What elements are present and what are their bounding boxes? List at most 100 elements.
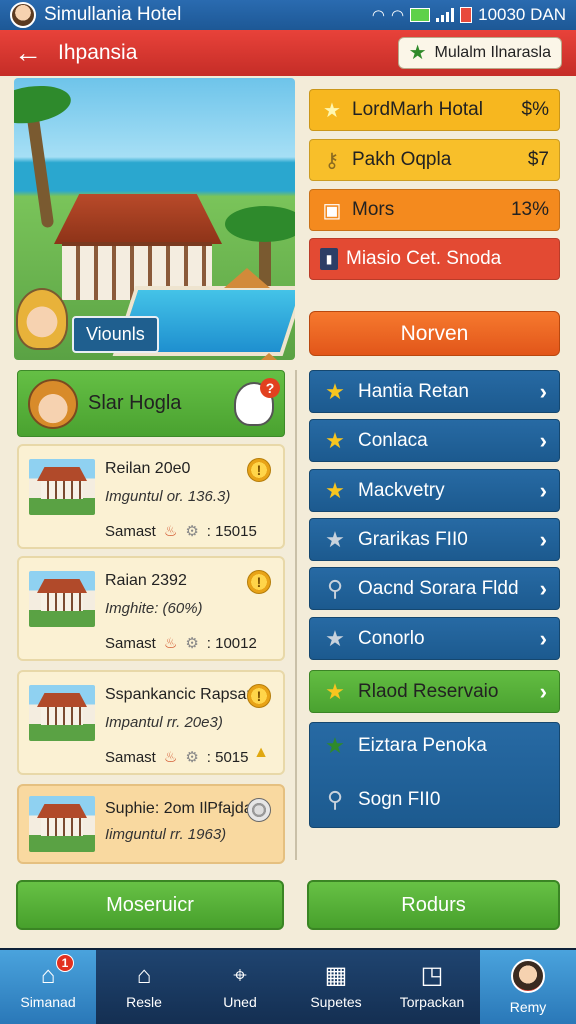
menu-item-oacnd[interactable]: ⚲ Oacnd Sorara Fldd › — [309, 567, 560, 610]
gear-icon: ⚙ — [185, 749, 199, 766]
menu-item-grarikas[interactable]: ★ Grarikas FII0 › — [309, 518, 560, 561]
help-icon[interactable]: ? — [260, 377, 280, 398]
hotel-subtitle: Imguntul or. 136.3) — [105, 488, 231, 505]
phone-icon: ▮ — [320, 248, 338, 270]
menu-item-conorlo[interactable]: ★ Conorlo › — [309, 617, 560, 660]
notification-badge: 1 — [56, 954, 74, 972]
menu-item-rlaod-reservaio[interactable]: ★ Rlaod Reservaio › — [309, 670, 560, 713]
home-icon: ⌂ — [40, 962, 56, 989]
hotel-preview-image[interactable]: Viounls — [14, 78, 295, 360]
menu-item-conlaca[interactable]: ★ Conlaca › — [309, 419, 560, 462]
menu-box-row-eiztara[interactable]: ★ Eiztara Penoka — [322, 735, 487, 757]
menu-box-row-sogn[interactable]: ⚲ Sogn FII0 — [322, 789, 440, 811]
hero-label[interactable]: Viounls — [72, 316, 159, 353]
stat-value: $7 — [527, 149, 549, 170]
chevron-right-icon: › — [539, 575, 547, 601]
left-panel-title: Slar Hogla — [88, 392, 182, 414]
hotel-thumbnail — [29, 796, 95, 852]
hotel-subtitle: Impantul rr. 20e3) — [105, 714, 223, 731]
stat-hotel[interactable]: ★ LordMarh Hotal $% — [309, 89, 560, 131]
menu-item-label: Conlaca — [358, 429, 428, 451]
bell-icon: ▲ — [253, 744, 269, 761]
nav-item-uned[interactable]: ⌖ Uned — [192, 950, 288, 1024]
food-icon: ♨ — [163, 523, 178, 540]
bottom-navigation: ⌂ 1 Simanad ⌂ Resle ⌖ Uned ▦ Supetes ◳ T… — [0, 948, 576, 1024]
menu-item-hantia-retan[interactable]: ★ Hantia Retan › — [309, 370, 560, 413]
battery-icon — [460, 7, 473, 23]
star-icon: ★ — [325, 733, 345, 758]
coin-icon[interactable]: ! — [247, 684, 271, 708]
menu-item-mackvetry[interactable]: ★ Mackvetry › — [309, 469, 560, 512]
back-arrow-icon[interactable]: ← — [14, 39, 42, 67]
stat-miasio[interactable]: ▮ Miasio Cet. Snoda — [309, 238, 560, 280]
footer-label: Samast — [105, 634, 156, 652]
status-time: 10030 DAN — [478, 5, 566, 24]
nav-label: Uned — [223, 994, 257, 1010]
footer-label: Samast — [105, 748, 156, 766]
settings-disc-icon[interactable] — [247, 798, 271, 822]
map-pin-icon: ⌖ — [233, 962, 247, 989]
menu-item-label: Oacnd Sorara Fldd — [358, 577, 519, 599]
nav-item-torpackan[interactable]: ◳ Torpackan — [384, 950, 480, 1024]
chevron-right-icon: › — [539, 678, 547, 704]
hotel-list-item[interactable]: Sspankancic Rapsani Impantul rr. 20e3) S… — [17, 670, 285, 775]
stat-value: $% — [521, 99, 549, 120]
hotel-thumbnail — [29, 571, 95, 627]
hotel-subtitle: Imghite: (60%) — [105, 600, 203, 617]
wifi-icon: ◠ — [371, 7, 386, 24]
gear-icon: ⚙ — [185, 523, 199, 540]
coin-icon[interactable]: ! — [247, 570, 271, 594]
house-icon: ⌂ — [136, 962, 152, 989]
hotel-list-item[interactable]: Suphie: 2om IlPfajdak Iimguntul rr. 1963… — [17, 784, 285, 864]
stat-park[interactable]: ⚷ Pakh Oqpla $7 — [309, 139, 560, 181]
hotel-footer: Samast ♨ ⚙ : 15015 — [105, 522, 257, 541]
hotel-roof — [54, 194, 222, 244]
chevron-right-icon: › — [539, 427, 547, 453]
key-icon: ⚷ — [324, 149, 340, 172]
app-title: Simullania Hotel — [44, 4, 182, 25]
status-bar: Simullania Hotel ◠ ◠ 10030 DAN — [0, 0, 576, 30]
moseruicr-button[interactable]: Moseruicr — [16, 880, 284, 930]
mascot-character — [16, 288, 68, 350]
ghost-helper-icon[interactable]: ? — [234, 377, 280, 426]
hotel-subtitle: Iimguntul rr. 1963) — [105, 826, 227, 843]
top-header: ← Ihpansia ★ Mulalm Ilnarasla — [0, 30, 576, 76]
nav-label: Remy — [509, 999, 547, 1015]
menu-box: ★ Eiztara Penoka ⚲ Sogn FII0 — [309, 722, 560, 828]
status-indicators: ◠ ◠ 10030 DAN — [372, 5, 566, 25]
nav-label: Torpackan — [399, 994, 465, 1010]
grid-icon: ▦ — [324, 962, 348, 989]
hotel-footer: Samast ♨ ⚙ : 10012 — [105, 634, 257, 653]
menu-item-label: Grarikas FII0 — [358, 528, 468, 550]
menu-item-label: Mackvetry — [358, 479, 445, 501]
chevron-right-icon: › — [539, 526, 547, 552]
star-icon: ★ — [325, 625, 345, 651]
hotel-list-item[interactable]: Reilan 20e0 Imguntul or. 136.3) Samast ♨… — [17, 444, 285, 549]
menu-item-label: Hantia Retan — [358, 380, 469, 402]
star-icon: ★ — [325, 477, 345, 503]
menu-item-label: Rlaod Reservaio — [358, 680, 499, 702]
star-icon: ★ — [325, 678, 345, 704]
hotel-thumbnail — [29, 685, 95, 741]
signal-box-icon — [410, 8, 431, 22]
coin-icon[interactable]: ! — [247, 458, 271, 482]
star-icon: ★ — [325, 526, 345, 552]
header-action-button[interactable]: ★ Mulalm Ilnarasla — [397, 37, 562, 69]
hotel-name: Reilan 20e0 — [105, 460, 191, 477]
page-title: Ihpansia — [58, 41, 138, 64]
palm-tree — [25, 107, 55, 229]
hotel-name: Raian 2392 — [105, 572, 187, 589]
norven-button[interactable]: Norven — [309, 311, 560, 356]
nav-item-supetes[interactable]: ▦ Supetes — [288, 950, 384, 1024]
hotel-list-item[interactable]: Raian 2392 Imghite: (60%) Samast ♨ ⚙ : 1… — [17, 556, 285, 661]
rodurs-button[interactable]: Rodurs — [307, 880, 560, 930]
footer-value: : 10012 — [206, 634, 257, 652]
search-icon: ⚲ — [326, 575, 344, 601]
character-avatar-icon — [28, 378, 78, 429]
app-avatar-icon — [10, 2, 36, 28]
edit-square-icon: ◳ — [420, 962, 444, 989]
nav-item-home[interactable]: ⌂ 1 Simanad — [0, 950, 96, 1024]
stat-mors[interactable]: ▣ Mors 13% — [309, 189, 560, 231]
nav-item-profile[interactable]: Remy — [480, 950, 576, 1024]
nav-item-resle[interactable]: ⌂ Resle — [96, 950, 192, 1024]
